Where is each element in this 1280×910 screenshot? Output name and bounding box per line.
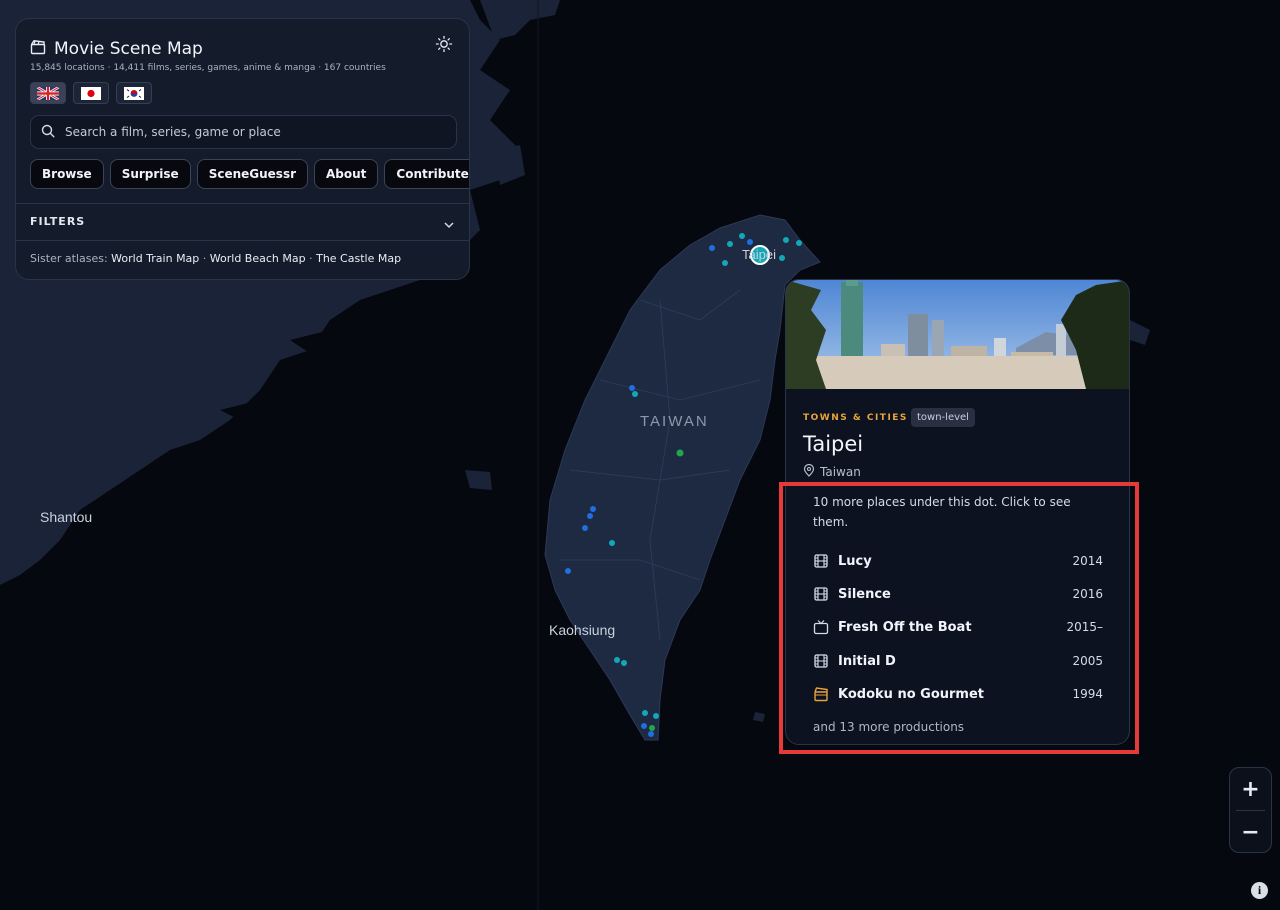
production-year: 2015– — [1066, 620, 1103, 634]
location-dot — [587, 513, 593, 519]
more-places-note[interactable]: 10 more places under this dot. Click to … — [813, 492, 1103, 532]
control-panel: Movie Scene Map 15,845 locations · 14,41… — [15, 18, 470, 280]
film-icon — [813, 553, 829, 569]
zoom-in-button[interactable]: + — [1230, 768, 1271, 810]
sister-separator: · — [309, 252, 313, 265]
location-dot — [582, 525, 588, 531]
location-dot — [629, 385, 635, 391]
link-castle-map[interactable]: The Castle Map — [316, 252, 401, 265]
location-dot — [676, 449, 684, 457]
film-icon — [813, 586, 829, 602]
location-dot — [641, 723, 647, 729]
browse-button[interactable]: Browse — [30, 159, 104, 189]
map-label-shantou: Shantou — [40, 509, 93, 525]
location-popup-card[interactable]: TOWNS & CITIES town-level Taipei Taiwan … — [785, 279, 1130, 745]
production-year: 2014 — [1072, 554, 1103, 568]
city-skyline-photo — [786, 280, 1129, 389]
sister-prefix: Sister atlases: — [30, 252, 108, 265]
map-label-taipei: Taipei — [742, 247, 776, 262]
production-item[interactable]: Fresh Off the Boat 2015– — [813, 616, 1103, 638]
level-badge: town-level — [911, 408, 975, 427]
surprise-button[interactable]: Surprise — [109, 159, 191, 189]
zoom-out-button[interactable]: − — [1230, 811, 1271, 853]
location-dot — [779, 255, 785, 261]
production-year: 1994 — [1072, 687, 1103, 701]
search-input[interactable] — [63, 124, 447, 140]
clapper-icon — [813, 686, 829, 702]
location-dot — [709, 245, 715, 251]
search-box[interactable] — [30, 115, 457, 149]
location-dot — [609, 540, 615, 546]
clapperboard-icon — [30, 39, 46, 59]
location-dot — [642, 710, 648, 716]
location-dot — [653, 713, 659, 719]
production-item[interactable]: Silence 2016 — [813, 583, 1103, 605]
map-label-taiwan: TAIWAN — [640, 413, 709, 430]
link-world-beach-map[interactable]: World Beach Map — [210, 252, 306, 265]
link-world-train-map[interactable]: World Train Map — [111, 252, 199, 265]
contribute-button[interactable]: Contribute — [384, 159, 469, 189]
location-dot — [632, 391, 638, 397]
production-title: Kodoku no Gourmet — [838, 686, 984, 702]
place-country: Taiwan — [803, 463, 861, 480]
chevron-down-icon — [443, 216, 455, 235]
search-icon — [41, 123, 55, 142]
production-title: Lucy — [838, 553, 872, 569]
production-year: 2005 — [1072, 654, 1103, 668]
location-dot — [621, 660, 627, 666]
app-title: Movie Scene Map — [54, 39, 203, 59]
zoom-controls: + − — [1229, 767, 1272, 853]
sister-atlases: Sister atlases: World Train Map · World … — [30, 252, 401, 265]
production-title: Fresh Off the Boat — [838, 619, 972, 635]
info-icon[interactable]: i — [1251, 882, 1268, 899]
location-dot — [747, 239, 753, 245]
map-label-kaohsiung: Kaohsiung — [549, 622, 616, 638]
location-dot — [722, 260, 728, 266]
production-year: 2016 — [1072, 587, 1103, 601]
location-dot — [649, 725, 655, 731]
film-icon — [813, 653, 829, 669]
filters-toggle[interactable]: FILTERS — [16, 203, 469, 241]
location-dot — [727, 241, 733, 247]
category-label: TOWNS & CITIES — [803, 413, 908, 423]
place-name: Taipei — [803, 432, 864, 456]
production-title: Initial D — [838, 653, 896, 669]
filters-label: FILTERS — [30, 215, 86, 228]
location-dot — [796, 240, 802, 246]
location-dot — [648, 731, 654, 737]
more-productions-note[interactable]: and 13 more productions — [813, 720, 964, 734]
location-dot — [783, 237, 789, 243]
about-button[interactable]: About — [314, 159, 379, 189]
location-dot — [590, 506, 596, 512]
location-dot — [565, 568, 571, 574]
production-title: Silence — [838, 586, 891, 602]
production-item[interactable]: Initial D 2005 — [813, 650, 1103, 672]
country-name: Taiwan — [820, 465, 861, 479]
language-korean-flag[interactable] — [116, 82, 152, 104]
sister-separator: · — [202, 252, 207, 265]
location-dot — [614, 657, 620, 663]
theme-toggle-sun-icon[interactable] — [435, 35, 453, 53]
language-english-flag[interactable] — [30, 82, 66, 104]
sceneguessr-button[interactable]: SceneGuessr — [196, 159, 309, 189]
production-item[interactable]: Lucy 2014 — [813, 550, 1103, 572]
location-dot — [739, 233, 745, 239]
app-stats: 15,845 locations · 14,411 films, series,… — [30, 63, 386, 73]
language-japanese-flag[interactable] — [73, 82, 109, 104]
location-pin-icon — [803, 463, 815, 480]
tv-icon — [813, 619, 829, 635]
production-item[interactable]: Kodoku no Gourmet 1994 — [813, 683, 1103, 705]
